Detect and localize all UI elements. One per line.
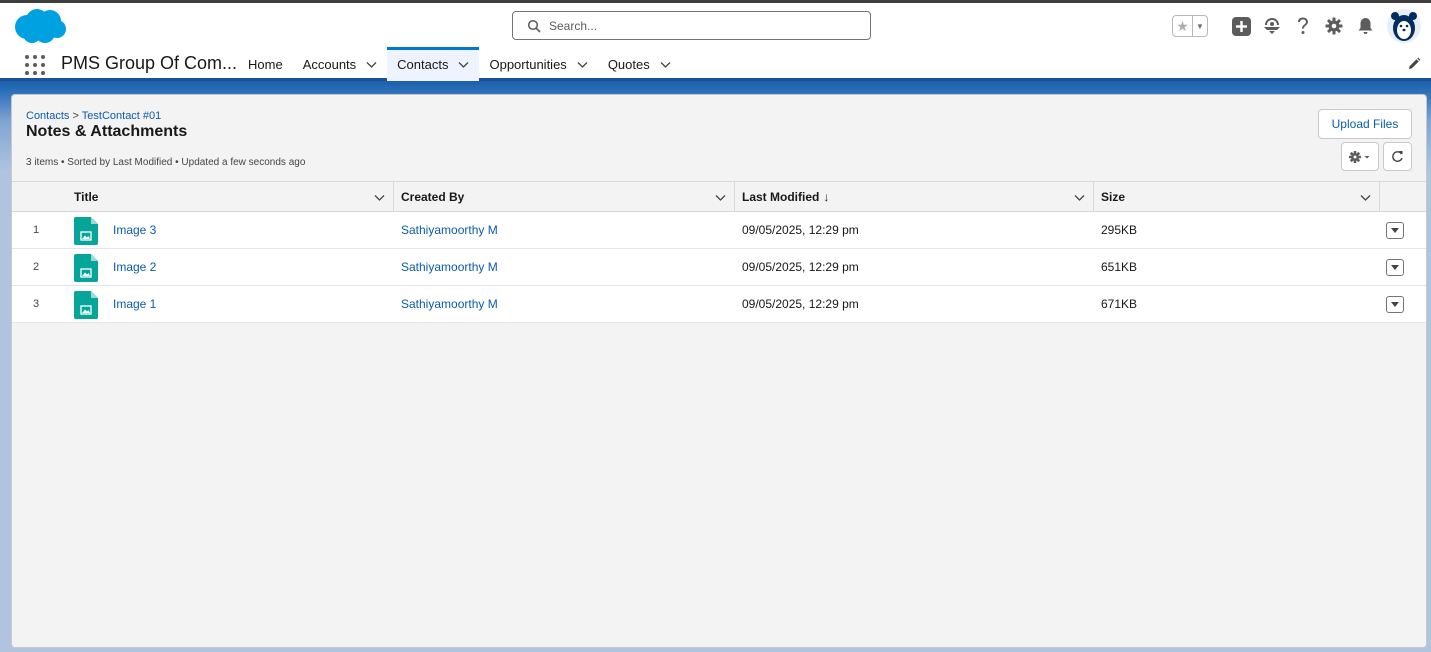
- breadcrumb: Contacts > TestContact #01: [26, 110, 161, 122]
- nav-item-label: Quotes: [607, 56, 650, 72]
- breadcrumb-parent-link[interactable]: Contacts: [26, 110, 69, 122]
- global-actions-button[interactable]: [1229, 14, 1253, 38]
- row-number: 2: [32, 261, 40, 273]
- nav-item-label: Home: [248, 56, 283, 72]
- image-file-icon: [74, 217, 98, 245]
- nav-item-quotes[interactable]: Quotes: [598, 47, 681, 81]
- file-title-link[interactable]: Image 2: [113, 260, 156, 274]
- setup-button[interactable]: [1322, 14, 1346, 38]
- chevron-down-icon[interactable]: [1360, 192, 1371, 203]
- chevron-down-icon[interactable]: [660, 59, 671, 70]
- column-divider[interactable]: [734, 182, 735, 212]
- global-header: ★ ▼: [0, 0, 1431, 47]
- chevron-down-icon[interactable]: [1074, 192, 1085, 203]
- avatar[interactable]: [1387, 9, 1421, 43]
- settings-gear-icon: [1349, 150, 1370, 163]
- nav-item-home[interactable]: Home: [238, 47, 293, 81]
- attachments-table: Title Created By Last Modified ↓ Size 1 …: [12, 181, 1426, 323]
- trailhead-button[interactable]: [1260, 14, 1284, 38]
- list-info: 3 items • Sorted by Last Modified • Upda…: [26, 157, 306, 168]
- favorites-dropdown-icon[interactable]: ▼: [1193, 16, 1207, 36]
- row-number: 1: [32, 224, 40, 236]
- nav-item-label: Opportunities: [489, 56, 567, 72]
- nav-item-label: Contacts: [397, 56, 449, 72]
- column-header-created-by[interactable]: Created By: [401, 182, 734, 212]
- breadcrumb-separator: >: [72, 110, 79, 122]
- file-title-link[interactable]: Image 3: [113, 223, 156, 237]
- refresh-icon: [1392, 151, 1403, 162]
- created-by-cell: Sathiyamoorthy M: [401, 249, 498, 285]
- image-file-icon: [74, 291, 98, 319]
- chevron-down-icon[interactable]: [715, 192, 726, 203]
- table-row: 2 Image 2 Sathiyamoorthy M 09/05/2025, 1…: [12, 249, 1426, 286]
- created-by-cell: Sathiyamoorthy M: [401, 286, 498, 322]
- column-divider: [1379, 182, 1380, 212]
- image-file-icon: [74, 254, 98, 282]
- row-actions-button[interactable]: [1386, 222, 1404, 239]
- caret-down-icon: [1391, 228, 1399, 233]
- setup-gear-icon: [1325, 17, 1343, 35]
- row-number: 3: [32, 298, 40, 310]
- nav-item-label: Accounts: [302, 56, 357, 72]
- column-divider[interactable]: [1093, 182, 1094, 212]
- column-header-last-modified[interactable]: Last Modified ↓: [742, 182, 1093, 212]
- add-icon: [1231, 16, 1251, 36]
- salesforce-logo[interactable]: [13, 7, 67, 45]
- title-cell: Image 2: [113, 249, 156, 285]
- refresh-button[interactable]: [1383, 142, 1412, 171]
- size-cell: 295KB: [1101, 223, 1138, 237]
- notifications-button[interactable]: [1353, 14, 1377, 38]
- last-modified-cell: 09/05/2025, 12:29 pm: [742, 260, 859, 274]
- chevron-down-icon[interactable]: [458, 59, 469, 70]
- upload-files-button[interactable]: Upload Files: [1318, 109, 1412, 139]
- column-header-size[interactable]: Size: [1101, 182, 1379, 212]
- bell-icon: [1358, 18, 1372, 34]
- page-title: Notes & Attachments: [26, 123, 188, 140]
- table-row: 1 Image 3 Sathiyamoorthy M 09/05/2025, 1…: [12, 212, 1426, 249]
- list-settings-button[interactable]: [1341, 142, 1379, 171]
- star-icon[interactable]: ★: [1173, 16, 1193, 36]
- chevron-down-icon[interactable]: [577, 59, 588, 70]
- column-divider[interactable]: [393, 182, 394, 212]
- favorites-group: ★ ▼: [1172, 15, 1208, 37]
- trailhead-icon: [1264, 18, 1280, 34]
- title-cell: Image 3: [113, 212, 156, 248]
- last-modified-cell: 09/05/2025, 12:29 pm: [742, 297, 859, 311]
- nav-item-contacts[interactable]: Contacts: [387, 47, 480, 81]
- caret-down-icon: [1391, 302, 1399, 307]
- row-actions-button[interactable]: [1386, 296, 1404, 313]
- nav-tabs: Home Accounts Contacts Opportunities Quo…: [238, 47, 681, 81]
- size-cell: 651KB: [1101, 260, 1138, 274]
- last-modified-cell: 09/05/2025, 12:29 pm: [742, 223, 859, 237]
- search-icon: [527, 19, 541, 32]
- column-header-title[interactable]: Title: [74, 182, 393, 212]
- pencil-icon[interactable]: [1407, 57, 1421, 71]
- user-link[interactable]: Sathiyamoorthy M: [401, 260, 498, 274]
- title-cell: Image 1: [113, 286, 156, 322]
- sort-arrow-icon: ↓: [823, 190, 830, 204]
- table-row: 3 Image 1 Sathiyamoorthy M 09/05/2025, 1…: [12, 286, 1426, 323]
- related-list-card: Contacts > TestContact #01 Notes & Attac…: [11, 94, 1427, 648]
- header-utilities: ★ ▼: [1172, 9, 1421, 43]
- search-input[interactable]: [549, 18, 849, 33]
- chevron-down-icon[interactable]: [374, 192, 385, 203]
- nav-item-accounts[interactable]: Accounts: [293, 47, 387, 81]
- user-link[interactable]: Sathiyamoorthy M: [401, 223, 498, 237]
- user-link[interactable]: Sathiyamoorthy M: [401, 297, 498, 311]
- size-cell: 671KB: [1101, 297, 1138, 311]
- created-by-cell: Sathiyamoorthy M: [401, 212, 498, 248]
- app-launcher-icon[interactable]: [25, 55, 45, 75]
- app-navigation: PMS Group Of Com... Home Accounts Contac…: [0, 47, 1431, 81]
- row-actions-button[interactable]: [1386, 259, 1404, 276]
- breadcrumb-record-link[interactable]: TestContact #01: [82, 110, 162, 122]
- app-name: PMS Group Of Com...: [61, 53, 238, 73]
- nav-item-opportunities[interactable]: Opportunities: [479, 47, 597, 81]
- file-title-link[interactable]: Image 1: [113, 297, 156, 311]
- help-icon: [1298, 17, 1308, 34]
- chevron-down-icon[interactable]: [366, 59, 377, 70]
- global-search[interactable]: [512, 11, 871, 40]
- table-header: Title Created By Last Modified ↓ Size: [12, 181, 1426, 212]
- caret-down-icon: [1391, 265, 1399, 270]
- help-button[interactable]: [1291, 14, 1315, 38]
